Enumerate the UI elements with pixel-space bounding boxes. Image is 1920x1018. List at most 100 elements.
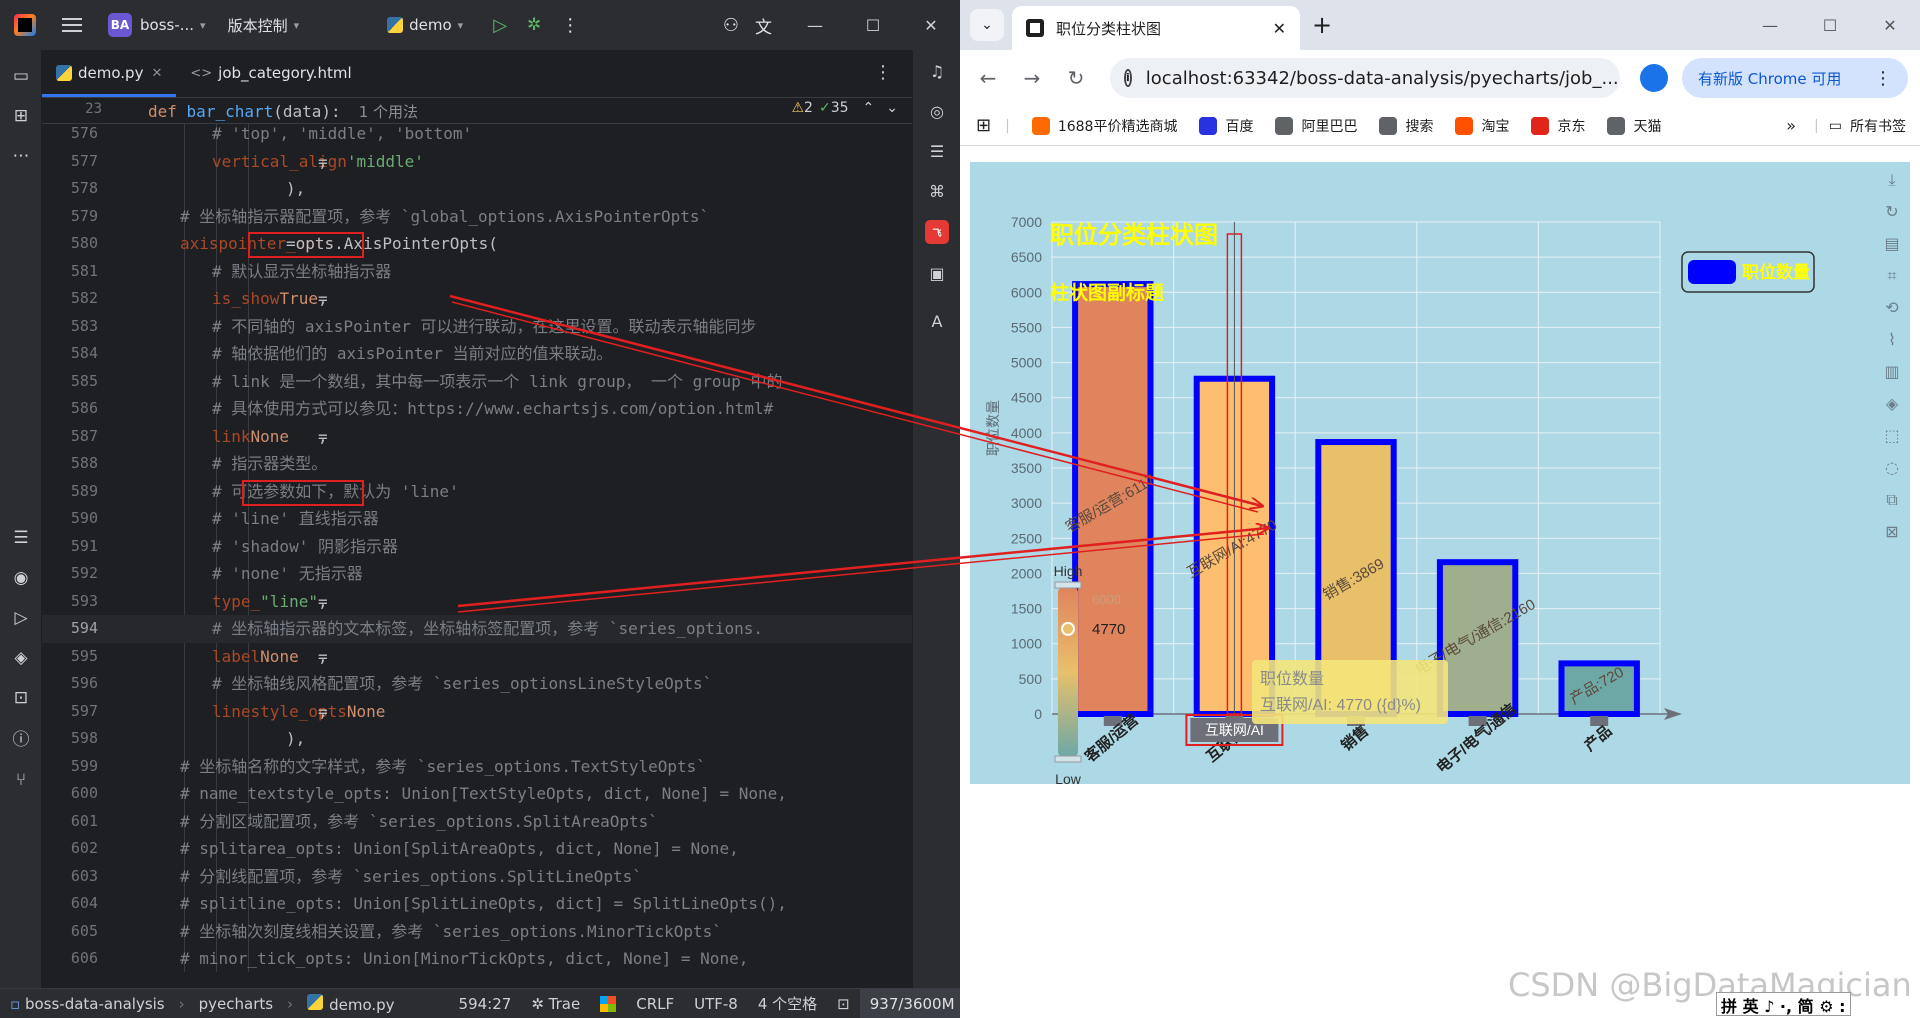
feishu-icon[interactable]: 飞 bbox=[925, 220, 949, 244]
bar-switch-icon[interactable]: ▥ bbox=[1882, 362, 1902, 382]
code-line[interactable]: 598), bbox=[42, 725, 912, 753]
usage-hint[interactable]: 1 个用法 bbox=[359, 103, 418, 121]
line-number[interactable]: 602 bbox=[42, 835, 98, 863]
code-line[interactable]: 577 vertical_align ='middle', bbox=[42, 148, 912, 176]
bookmark-item[interactable]: 淘宝 bbox=[1455, 116, 1509, 136]
structure-icon[interactable]: ⊞ bbox=[11, 106, 31, 126]
menu-dots-icon[interactable]: ⋮ bbox=[1874, 68, 1892, 89]
code-line[interactable]: 591 # 'shadow' 阴影指示器 bbox=[42, 533, 912, 561]
line-number[interactable]: 601 bbox=[42, 808, 98, 836]
line-number[interactable]: 596 bbox=[42, 670, 98, 698]
bookmark-item[interactable]: 1688平价精选商城 bbox=[1031, 116, 1177, 136]
tab-demo-py[interactable]: demo.py ✕ bbox=[42, 49, 177, 97]
rect-select-icon[interactable]: ⬚ bbox=[1882, 426, 1902, 446]
close-icon[interactable]: ✕ bbox=[902, 0, 960, 50]
clear-select-icon[interactable]: ⊠ bbox=[1882, 522, 1902, 542]
chevron-up-icon[interactable]: ⌃ bbox=[863, 100, 875, 116]
breadcrumb-file[interactable]: demo.py bbox=[297, 993, 404, 1014]
visual-map-handle-bottom[interactable] bbox=[1054, 755, 1082, 763]
debug-icon[interactable]: ✲ bbox=[515, 0, 549, 50]
more-actions-icon[interactable]: ⋮ bbox=[549, 0, 587, 50]
new-tab-icon[interactable]: + bbox=[1312, 10, 1332, 40]
back-icon[interactable]: ← bbox=[976, 66, 1000, 90]
code-line[interactable]: 589 # 可选参数如下，默认为 'line' bbox=[42, 478, 912, 506]
zoom-icon[interactable]: ⌗ bbox=[1882, 266, 1902, 286]
code-line[interactable]: 606 # minor_tick_opts: Union[MinorTickOpt… bbox=[42, 945, 912, 972]
line-number[interactable]: 578 bbox=[42, 175, 98, 203]
close-tab-icon[interactable]: ✕ bbox=[1273, 19, 1286, 38]
code-line[interactable]: 600 # name_textstyle_opts: Union[TextStyl… bbox=[42, 780, 912, 808]
preview-icon[interactable]: ▣ bbox=[927, 264, 947, 284]
run-config-selector[interactable]: demo ▾ bbox=[307, 0, 471, 50]
line-number[interactable]: 594 bbox=[42, 615, 98, 643]
line-number[interactable]: 599 bbox=[42, 753, 98, 781]
python-console-icon[interactable]: ⌘ bbox=[927, 182, 947, 202]
run-panel-icon[interactable]: ▷ bbox=[11, 608, 31, 628]
run-icon[interactable]: ▷ bbox=[471, 0, 515, 50]
tabs-more-icon[interactable]: ⋮ bbox=[854, 49, 912, 97]
more-tools-icon[interactable]: ⋯ bbox=[11, 146, 31, 166]
code-line[interactable]: 595 label = None, bbox=[42, 643, 912, 671]
problems-icon[interactable]: ⓘ bbox=[11, 730, 31, 750]
code-line[interactable]: 603 # 分割线配置项，参考 `series_options.SplitLine… bbox=[42, 863, 912, 891]
code-line[interactable]: 594 # 坐标轴指示器的文本标签，坐标轴标签配置项，参考 `series_opt… bbox=[42, 615, 912, 643]
code-line[interactable]: 581 # 默认显示坐标轴指示器 bbox=[42, 258, 912, 286]
bookmark-item[interactable]: 天猫 bbox=[1607, 116, 1661, 136]
main-menu-icon[interactable] bbox=[62, 18, 82, 32]
line-number[interactable]: 576 bbox=[42, 124, 98, 148]
git-icon[interactable]: ⑂ bbox=[11, 770, 31, 790]
code-line[interactable]: 582 is_show = True, bbox=[42, 285, 912, 313]
line-number[interactable]: 586 bbox=[42, 395, 98, 423]
code-line[interactable]: 596 # 坐标轴线风格配置项，参考 `series_optionsLineSty… bbox=[42, 670, 912, 698]
breadcrumb-folder[interactable]: pyecharts bbox=[189, 995, 283, 1013]
trae-status[interactable]: ✲ Trae bbox=[521, 995, 590, 1013]
chevron-down-icon[interactable]: ⌄ bbox=[886, 100, 898, 116]
restore-icon[interactable]: ↻ bbox=[1882, 202, 1902, 222]
bar-chart[interactable]: 0 500 1000 1500 2000 2500 3000 3500 4000 4500 5000… bbox=[970, 162, 1910, 784]
line-number[interactable]: 604 bbox=[42, 890, 98, 918]
download-icon[interactable]: ⤓ bbox=[1882, 170, 1902, 190]
code-line[interactable]: 587 link = None, bbox=[42, 423, 912, 451]
line-switch-icon[interactable]: ⌇ bbox=[1882, 330, 1902, 350]
ime-toolbar[interactable]: 拼 英 ♪ ·, 简 ⚙ : bbox=[1716, 992, 1851, 1016]
code-line[interactable]: 583 # 不同轴的 axisPointer 可以进行联动，在这里设置。联动表示轴… bbox=[42, 313, 912, 341]
minimize-icon[interactable]: — bbox=[786, 0, 844, 50]
visual-map-bar[interactable] bbox=[1058, 588, 1078, 756]
tab-search-icon[interactable]: ⌄ bbox=[970, 9, 1004, 41]
close-icon[interactable]: ✕ bbox=[1860, 0, 1920, 50]
line-number[interactable]: 593 bbox=[42, 588, 98, 616]
close-tab-icon[interactable]: ✕ bbox=[151, 66, 162, 81]
reload-icon[interactable]: ↻ bbox=[1064, 66, 1088, 90]
code-line[interactable]: 585 # link 是一个数组，其中每一项表示一个 link group， 一个… bbox=[42, 368, 912, 396]
database-icon[interactable]: ☰ bbox=[11, 528, 31, 548]
code-line[interactable]: 604 # splitline_opts: Union[SplitLineOpts… bbox=[42, 890, 912, 918]
chart-container[interactable]: 0 500 1000 1500 2000 2500 3000 3500 4000 4500 5000… bbox=[970, 162, 1910, 784]
add-user-icon[interactable]: ⚇ bbox=[715, 0, 747, 50]
font-icon[interactable]: A bbox=[927, 312, 947, 332]
line-number[interactable]: 584 bbox=[42, 340, 98, 368]
bookmark-star-icon[interactable]: ☆ bbox=[1619, 66, 1620, 90]
line-number[interactable]: 606 bbox=[42, 945, 98, 972]
notifications-icon[interactable]: ♫ bbox=[927, 62, 947, 82]
file-encoding[interactable]: UTF-8 bbox=[684, 995, 748, 1013]
code-line[interactable]: 593 type_ = "line", bbox=[42, 588, 912, 616]
database-icon[interactable]: ☰ bbox=[927, 142, 947, 162]
breadcrumb-project[interactable]: ▫ boss-data-analysis bbox=[0, 995, 175, 1013]
code-line[interactable]: 580 axispointer_opts =opts.AxisPointerOpts… bbox=[42, 230, 912, 258]
line-number[interactable]: 581 bbox=[42, 258, 98, 286]
bookmark-item[interactable]: 百度 bbox=[1199, 116, 1253, 136]
indent-setting[interactable]: 4 个空格 bbox=[748, 993, 827, 1014]
tab-job-category-html[interactable]: <> job_category.html bbox=[176, 49, 365, 97]
code-line[interactable]: 590 # 'line' 直线指示器 bbox=[42, 505, 912, 533]
line-number[interactable]: 582 bbox=[42, 285, 98, 313]
code-line[interactable]: 576 # 'top', 'middle', 'bottom' bbox=[42, 124, 912, 148]
code-line[interactable]: 605 # 坐标轴次刻度线相关设置，参考 `series_options.Mino… bbox=[42, 918, 912, 946]
project-selector[interactable]: BA boss-... ▾ bbox=[90, 0, 214, 50]
lasso-select-icon[interactable]: ◌ bbox=[1882, 458, 1902, 478]
more-bookmarks-icon[interactable]: » bbox=[1786, 116, 1796, 135]
inspection-widget[interactable]: ⚠2 ✓35 ⌃ ⌄ bbox=[791, 100, 898, 116]
maximize-icon[interactable]: ☐ bbox=[1800, 0, 1860, 50]
line-number[interactable]: 598 bbox=[42, 725, 98, 753]
line-number[interactable]: 577 bbox=[42, 148, 98, 176]
line-number[interactable]: 595 bbox=[42, 643, 98, 671]
